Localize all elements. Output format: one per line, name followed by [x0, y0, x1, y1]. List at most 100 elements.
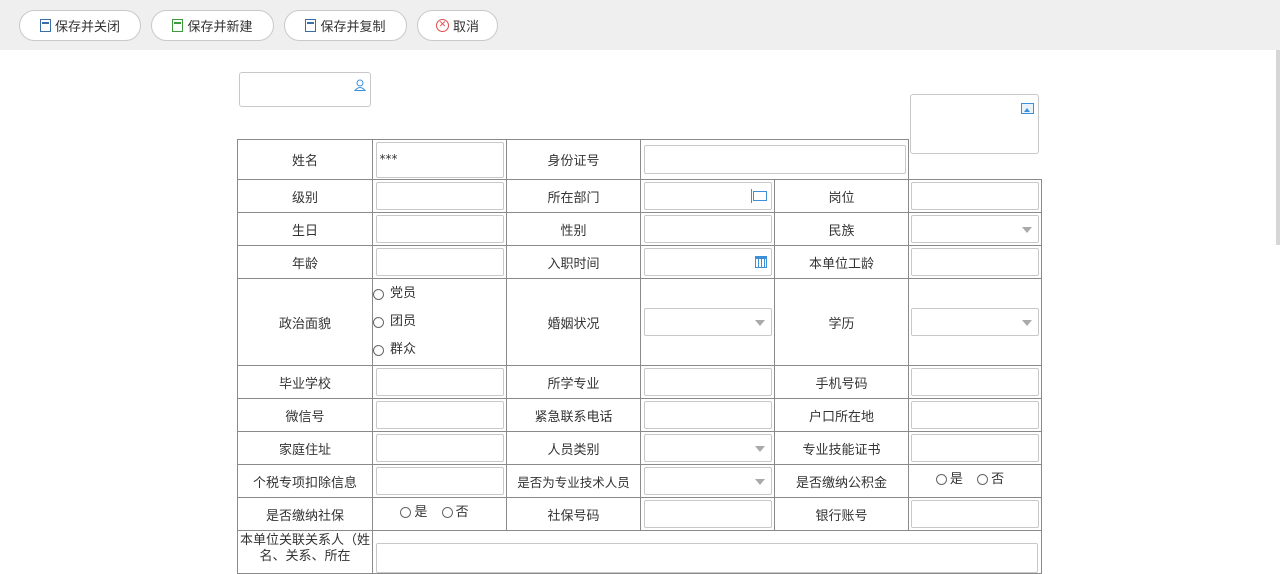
cancel-label: 取消	[452, 20, 479, 35]
department-input[interactable]	[643, 182, 772, 210]
radio-party-member[interactable]: 党员	[373, 280, 506, 308]
phone-input[interactable]	[911, 368, 1039, 396]
post-input[interactable]	[911, 182, 1039, 210]
birthday-input[interactable]	[375, 215, 504, 243]
fund-no-radio[interactable]: 否	[977, 466, 1004, 494]
staff-type-select[interactable]	[643, 434, 772, 462]
radio-icon	[977, 474, 989, 486]
social-label: 是否缴纳社保	[237, 497, 373, 531]
staff-type-label: 人员类别	[506, 431, 641, 465]
birthday-label: 生日	[237, 212, 373, 246]
save-new-icon	[172, 19, 184, 32]
employee-form-table: 姓名 *** 身份证号 级别 所在部门 岗位 生日 性别 民族 年龄 入职时间 …	[237, 139, 1042, 574]
ethnic-select[interactable]	[911, 215, 1039, 243]
related-person-label: 本单位关联关系人（姓名、关系、所在	[237, 530, 373, 574]
major-input[interactable]	[643, 368, 772, 396]
emergency-phone-label: 紧急联系电话	[506, 398, 641, 432]
address-label: 家庭住址	[237, 431, 373, 465]
chevron-down-icon	[1022, 227, 1032, 233]
fund-yes-radio[interactable]: 是	[935, 466, 963, 494]
cancel-icon: ✕	[435, 19, 449, 32]
chevron-down-icon	[1022, 320, 1032, 326]
wechat-label: 微信号	[237, 398, 373, 432]
save-new-label: 保存并新建	[187, 20, 253, 35]
ethnic-label: 民族	[774, 212, 909, 246]
radio-icon	[935, 474, 947, 486]
org-tree-icon[interactable]	[750, 189, 767, 203]
cert-label: 专业技能证书	[774, 431, 909, 465]
age-label: 年龄	[237, 245, 373, 279]
radio-label: 否	[991, 471, 1005, 487]
hire-date-input[interactable]	[643, 248, 772, 276]
save-close-icon	[39, 19, 51, 32]
social-number-label: 社保号码	[506, 497, 641, 531]
save-new-button[interactable]: 保存并新建	[151, 10, 274, 41]
save-copy-label: 保存并复制	[320, 20, 386, 35]
hukou-label: 户口所在地	[774, 398, 909, 432]
calendar-icon[interactable]	[754, 256, 767, 268]
school-label: 毕业学校	[237, 365, 373, 399]
wechat-input[interactable]	[375, 401, 504, 429]
social-no-radio[interactable]: 否	[441, 499, 469, 527]
age-input[interactable]	[375, 248, 504, 276]
radio-label: 团员	[390, 314, 417, 329]
save-close-button[interactable]: 保存并关闭	[19, 10, 141, 41]
level-input[interactable]	[375, 182, 504, 210]
radio-icon	[373, 288, 384, 300]
radio-label: 党员	[390, 286, 417, 301]
radio-league-member[interactable]: 团员	[373, 308, 506, 336]
bank-account-label: 银行账号	[774, 497, 909, 531]
chevron-down-icon	[754, 320, 765, 326]
radio-label: 是	[414, 504, 428, 520]
social-radio-group: 是 否	[372, 497, 507, 531]
tax-label: 个税专项扣除信息	[237, 464, 373, 498]
radio-icon	[400, 507, 412, 519]
tax-input[interactable]	[375, 467, 504, 495]
radio-label: 否	[455, 504, 469, 520]
radio-masses[interactable]: 群众	[373, 336, 506, 364]
marital-select[interactable]	[643, 308, 772, 336]
id-number-input[interactable]	[643, 145, 906, 174]
marital-label: 婚姻状况	[506, 278, 641, 366]
level-label: 级别	[237, 179, 373, 213]
user-icon	[354, 79, 366, 91]
political-radio-group: 党员 团员 群众	[372, 278, 507, 366]
save-copy-button[interactable]: 保存并复制	[284, 10, 407, 41]
social-yes-radio[interactable]: 是	[400, 499, 427, 527]
fund-radio-group: 是 否	[908, 464, 1042, 498]
hukou-input[interactable]	[911, 401, 1039, 429]
social-number-input[interactable]	[643, 500, 772, 528]
seniority-input[interactable]	[911, 248, 1039, 276]
education-select[interactable]	[911, 308, 1039, 336]
phone-label: 手机号码	[774, 365, 909, 399]
image-icon	[1021, 103, 1034, 114]
school-input[interactable]	[375, 368, 504, 396]
address-input[interactable]	[375, 434, 504, 462]
radio-icon	[373, 316, 384, 328]
radio-label: 是	[949, 471, 963, 487]
bank-account-input[interactable]	[911, 500, 1039, 528]
gender-input[interactable]	[643, 215, 772, 243]
education-label: 学历	[774, 278, 909, 366]
hire-date-label: 入职时间	[506, 245, 641, 279]
political-label: 政治面貌	[237, 278, 373, 366]
user-select-field[interactable]	[239, 72, 371, 107]
major-label: 所学专业	[506, 365, 641, 399]
name-label: 姓名	[237, 139, 373, 180]
chevron-down-icon	[754, 479, 765, 485]
save-copy-icon	[305, 19, 317, 32]
tech-staff-label: 是否为专业技术人员	[506, 464, 641, 498]
name-input[interactable]: ***	[375, 141, 504, 178]
chevron-down-icon	[754, 446, 765, 452]
save-close-label: 保存并关闭	[54, 20, 120, 35]
toolbar: 保存并关闭 保存并新建 保存并复制 ✕ 取消	[0, 0, 1280, 50]
gender-label: 性别	[506, 212, 641, 246]
emergency-phone-input[interactable]	[643, 401, 772, 429]
cancel-button[interactable]: ✕ 取消	[417, 10, 498, 41]
scrollbar[interactable]	[1276, 50, 1280, 245]
related-person-input[interactable]	[376, 543, 1038, 573]
radio-icon	[441, 507, 453, 519]
department-label: 所在部门	[506, 179, 641, 213]
cert-input[interactable]	[911, 434, 1039, 462]
tech-staff-select[interactable]	[643, 467, 772, 495]
